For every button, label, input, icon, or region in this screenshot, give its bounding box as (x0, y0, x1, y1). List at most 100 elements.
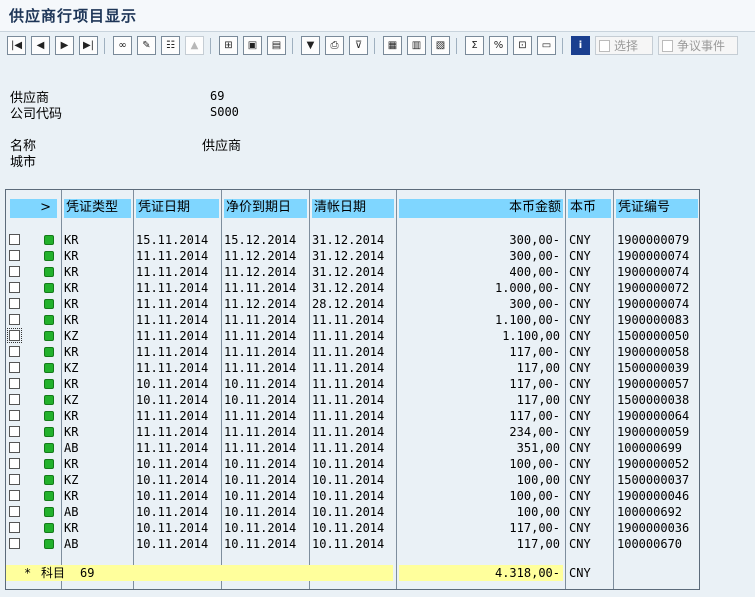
doc-number-cell[interactable]: 1900000083 (617, 312, 699, 328)
row-select-checkbox[interactable] (9, 250, 20, 261)
table-row[interactable]: KZ 10.11.2014 10.11.2014 11.11.2014 117,00 CN… (6, 392, 699, 408)
table-row[interactable]: KR 10.11.2014 10.11.2014 10.11.2014 100,00- C… (6, 488, 699, 504)
column-header-clearing-date[interactable]: 清帐日期 (312, 199, 394, 218)
table-row[interactable]: KR 11.11.2014 11.12.2014 31.12.2014 400,00- C… (6, 264, 699, 280)
name-value: 供应商 (202, 139, 242, 154)
column-header-doc-type[interactable]: 凭证类型 (64, 199, 131, 218)
selection-icon[interactable]: ☷ (161, 36, 180, 55)
table-row[interactable]: KR 11.11.2014 11.12.2014 31.12.2014 300,00- C… (6, 248, 699, 264)
doc-number-cell[interactable]: 1500000039 (617, 360, 699, 376)
doc-number-cell[interactable]: 1900000074 (617, 248, 699, 264)
info-icon[interactable]: i (571, 36, 590, 55)
row-select-checkbox[interactable] (9, 314, 20, 325)
row-select-checkbox[interactable] (9, 298, 20, 309)
table-row[interactable]: KR 11.11.2014 11.11.2014 11.11.2014 117,00- C… (6, 408, 699, 424)
amount-cell: 1.000,00- (494, 281, 560, 295)
table-row[interactable]: KR 15.11.2014 15.12.2014 31.12.2014 300,00- C… (6, 232, 699, 248)
table-row[interactable]: KR 11.11.2014 11.11.2014 31.12.2014 1.000,00… (6, 280, 699, 296)
doc-number-cell[interactable]: 1900000074 (617, 264, 699, 280)
export-icon[interactable]: ⊡ (513, 36, 532, 55)
row-select-checkbox[interactable] (9, 410, 20, 421)
row-select-checkbox[interactable] (9, 234, 20, 245)
doc-number-cell[interactable]: 1900000072 (617, 280, 699, 296)
doc-number-cell[interactable]: 1900000058 (617, 344, 699, 360)
total-account: 69 (80, 566, 95, 580)
column-header-doc-number[interactable]: 凭证编号 (616, 199, 698, 218)
amount-cell: 400,00- (509, 265, 560, 279)
row-select-checkbox[interactable] (9, 394, 20, 405)
subtotal-icon[interactable]: % (489, 36, 508, 55)
table-row[interactable]: AB 10.11.2014 10.11.2014 10.11.2014 117,00 CN… (6, 536, 699, 552)
row-select-checkbox[interactable] (9, 490, 20, 501)
set-filter-icon[interactable]: ⊽ (349, 36, 368, 55)
row-select-checkbox[interactable] (9, 458, 20, 469)
column-header-amount[interactable]: 本币金额 (399, 199, 563, 218)
choose-detail-icon[interactable]: ⊞ (219, 36, 238, 55)
last-page-icon[interactable]: ▶| (79, 36, 98, 55)
table-row[interactable]: KR 11.11.2014 11.12.2014 28.12.2014 300,00- C… (6, 296, 699, 312)
filter-icon[interactable]: ▼ (301, 36, 320, 55)
row-select-checkbox[interactable] (9, 442, 20, 453)
doc-number-cell[interactable]: 1500000038 (617, 392, 699, 408)
clearing-date-cell: 31.12.2014 (312, 233, 385, 247)
table-row[interactable]: KZ 11.11.2014 11.11.2014 11.11.2014 1.100,00… (6, 328, 699, 344)
row-select-checkbox[interactable] (7, 328, 22, 343)
table-row[interactable]: KR 10.11.2014 10.11.2014 10.11.2014 100,00- C… (6, 456, 699, 472)
doc-number-cell[interactable]: 100000699 (617, 440, 699, 456)
column-header-currency[interactable]: 本币 (568, 199, 611, 218)
doc-number-cell[interactable]: 100000670 (617, 536, 699, 552)
column-header-doc-date[interactable]: 凭证日期 (136, 199, 219, 218)
row-select-checkbox[interactable] (9, 522, 20, 533)
row-select-checkbox[interactable] (9, 346, 20, 357)
status-green-icon (44, 539, 54, 549)
row-select-checkbox[interactable] (9, 362, 20, 373)
prev-page-icon[interactable]: ◀ (31, 36, 50, 55)
row-select-checkbox[interactable] (9, 426, 20, 437)
disabled-icon: ▲ (185, 36, 204, 55)
save-layout-icon[interactable]: ▧ (431, 36, 450, 55)
glasses-icon[interactable]: ∞ (113, 36, 132, 55)
doc-type-cell: KR (64, 377, 79, 391)
table-row[interactable]: AB 10.11.2014 10.11.2014 10.11.2014 100,00 CN… (6, 504, 699, 520)
doc-number-cell[interactable]: 1900000074 (617, 296, 699, 312)
doc-date-cell: 11.11.2014 (136, 425, 209, 439)
row-select-checkbox[interactable] (9, 538, 20, 549)
row-select-checkbox[interactable] (9, 506, 20, 517)
table-row[interactable]: KR 11.11.2014 11.11.2014 11.11.2014 234,00- C… (6, 424, 699, 440)
report-icon[interactable]: ▭ (537, 36, 556, 55)
first-page-icon[interactable]: |◀ (7, 36, 26, 55)
doc-number-cell[interactable]: 1900000052 (617, 456, 699, 472)
doc-number-cell[interactable]: 1900000059 (617, 424, 699, 440)
doc-type-cell: KR (64, 521, 79, 535)
next-page-icon[interactable]: ▶ (55, 36, 74, 55)
doc-number-cell[interactable]: 1500000037 (617, 472, 699, 488)
pencil-icon[interactable]: ✎ (137, 36, 156, 55)
doc-number-cell[interactable]: 1900000036 (617, 520, 699, 536)
doc-number-cell[interactable]: 1900000079 (617, 232, 699, 248)
doc-number-cell[interactable]: 1900000046 (617, 488, 699, 504)
doc-number-cell[interactable]: 1900000057 (617, 376, 699, 392)
row-select-checkbox[interactable] (9, 378, 20, 389)
doc-number-cell[interactable]: 1500000050 (617, 328, 699, 344)
doc-number-cell[interactable]: 1900000064 (617, 408, 699, 424)
status-green-icon (44, 443, 54, 453)
print-preview-icon[interactable]: ▤ (267, 36, 286, 55)
column-header-selector[interactable]: > (10, 199, 57, 218)
print-icon[interactable]: ⎙ (325, 36, 344, 55)
table-row[interactable]: KR 10.11.2014 10.11.2014 11.11.2014 117,00- C… (6, 376, 699, 392)
change-layout-icon[interactable]: ▥ (407, 36, 426, 55)
row-select-checkbox[interactable] (9, 282, 20, 293)
display-doc-icon[interactable]: ▣ (243, 36, 262, 55)
sum-icon[interactable]: Σ (465, 36, 484, 55)
table-row[interactable]: KZ 11.11.2014 11.11.2014 11.11.2014 117,00 CN… (6, 360, 699, 376)
layout-icon[interactable]: ▦ (383, 36, 402, 55)
row-select-checkbox[interactable] (9, 266, 20, 277)
doc-number-cell[interactable]: 100000692 (617, 504, 699, 520)
column-header-net-due-date[interactable]: 净价到期日 (224, 199, 307, 218)
table-row[interactable]: KZ 10.11.2014 10.11.2014 10.11.2014 100,00 CN… (6, 472, 699, 488)
table-row[interactable]: AB 11.11.2014 11.11.2014 11.11.2014 351,00 CN… (6, 440, 699, 456)
table-row[interactable]: KR 11.11.2014 11.11.2014 11.11.2014 117,00- C… (6, 344, 699, 360)
row-select-checkbox[interactable] (9, 474, 20, 485)
table-row[interactable]: KR 11.11.2014 11.11.2014 11.11.2014 1.100,00… (6, 312, 699, 328)
table-row[interactable]: KR 10.11.2014 10.11.2014 10.11.2014 117,00- C… (6, 520, 699, 536)
